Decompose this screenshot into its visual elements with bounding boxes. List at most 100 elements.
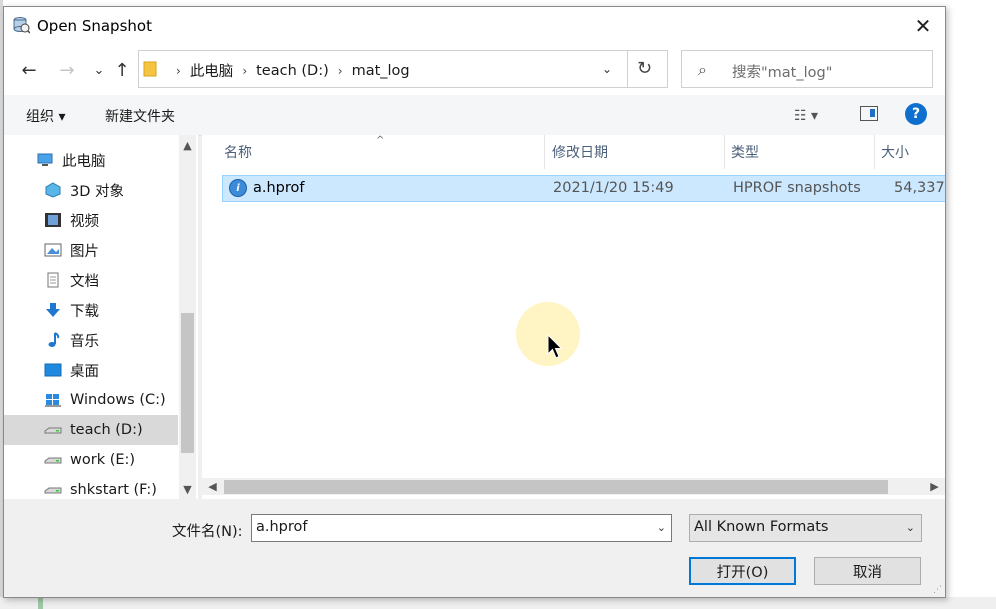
picture-icon (44, 242, 62, 258)
close-icon[interactable]: ✕ (909, 13, 937, 39)
open-snapshot-dialog: Open Snapshot ✕ ← → ⌄ ↑ › 此电脑 › teach (D… (3, 6, 946, 598)
column-header-type[interactable]: 类型 (731, 135, 759, 169)
sidebar-item-label: 桌面 (70, 363, 99, 380)
column-header-modified[interactable]: 修改日期 (552, 135, 608, 169)
search-placeholder: 搜索"mat_log" (732, 65, 833, 81)
sidebar-item-this-pc[interactable]: 此电脑 (36, 145, 198, 175)
filename-field[interactable]: a.hprof ⌄ (251, 514, 672, 542)
sidebar-item-teach-d[interactable]: teach (D:) (4, 415, 178, 445)
new-folder-button[interactable]: 新建文件夹 (105, 106, 175, 126)
file-list-horizontal-scrollbar[interactable]: ◀ ▶ (202, 478, 945, 495)
column-header-size[interactable]: 大小 (881, 135, 909, 169)
desktop-icon (44, 362, 62, 378)
windows-drive-icon (44, 392, 62, 408)
sidebar-item-shkstart-f[interactable]: shkstart (F:) (44, 475, 198, 499)
sidebar-item-label: 文档 (70, 273, 99, 290)
command-toolbar: 组织 ▾ 新建文件夹 ☷ ▾ ? (4, 95, 945, 136)
sidebar-item-label: Windows (C:) (70, 392, 166, 408)
app-icon (13, 17, 30, 34)
sidebar-item-label: 下载 (70, 303, 99, 320)
scroll-right-icon[interactable]: ▶ (926, 478, 943, 495)
drive-icon (44, 422, 62, 438)
file-type-filter-value: All Known Formats (694, 519, 829, 535)
sidebar-scrollbar[interactable]: ▲ ▼ (179, 135, 196, 499)
forward-arrow-icon[interactable]: → (56, 59, 78, 81)
sidebar-item-label: work (E:) (70, 452, 136, 468)
file-size: 54,337 (894, 180, 945, 196)
title-bar: Open Snapshot ✕ (4, 7, 945, 45)
computer-icon (36, 152, 54, 168)
file-name: a.hprof (253, 180, 305, 196)
music-note-icon (44, 332, 62, 348)
sidebar-item-music[interactable]: 音乐 (44, 325, 198, 355)
breadcrumb-item-mat-log[interactable]: mat_log (352, 63, 410, 79)
sidebar-item-label: 视频 (70, 213, 99, 230)
scrollbar-thumb[interactable] (224, 480, 888, 494)
navigation-pane: 此电脑 3D 对象 视频 图片 文档 下载 音乐 桌面 Windows (C:)… (4, 135, 198, 499)
sidebar-item-label: 3D 对象 (70, 183, 124, 200)
sidebar-item-3d-objects[interactable]: 3D 对象 (44, 175, 198, 205)
file-modified: 2021/1/20 15:49 (553, 180, 674, 196)
column-divider[interactable] (724, 135, 725, 169)
sidebar-item-label: 音乐 (70, 333, 99, 350)
help-icon[interactable]: ? (905, 103, 927, 125)
cube-3d-icon (44, 182, 62, 198)
sidebar-item-windows-c[interactable]: Windows (C:) (44, 385, 198, 415)
breadcrumb-separator-icon[interactable]: › (242, 64, 247, 78)
filename-value: a.hprof (256, 519, 308, 535)
file-row[interactable]: i a.hprof 2021/1/20 15:49 HPROF snapshot… (222, 175, 945, 202)
file-type-filter-select[interactable]: All Known Formats ⌄ (689, 514, 922, 542)
drive-icon (44, 452, 62, 468)
cancel-button[interactable]: 取消 (814, 557, 921, 585)
breadcrumb-item-this-pc[interactable]: 此电脑 (190, 60, 234, 81)
resize-grip-icon[interactable]: ⋰ (933, 585, 943, 595)
scrollbar-thumb[interactable] (181, 313, 194, 453)
view-options-icon[interactable]: ☷ ▾ (794, 108, 818, 124)
film-icon (44, 212, 62, 228)
drive-icon (44, 482, 62, 498)
organize-button[interactable]: 组织 ▾ (26, 106, 65, 126)
column-divider[interactable] (874, 135, 875, 169)
sidebar-item-work-e[interactable]: work (E:) (44, 445, 198, 475)
up-arrow-icon[interactable]: ↑ (111, 59, 133, 81)
address-dropdown-icon[interactable]: ⌄ (597, 59, 617, 79)
download-arrow-icon (44, 302, 62, 318)
window-title: Open Snapshot (37, 17, 152, 35)
preview-pane-icon[interactable] (860, 106, 878, 121)
sidebar-item-pictures[interactable]: 图片 (44, 235, 198, 265)
dialog-footer: 文件名(N): a.hprof ⌄ All Known Formats ⌄ 打开… (4, 499, 945, 597)
mouse-pointer-icon (547, 334, 563, 359)
background-window-bottom (0, 597, 996, 609)
back-arrow-icon[interactable]: ← (18, 59, 40, 81)
sidebar-item-videos[interactable]: 视频 (44, 205, 198, 235)
chevron-down-icon[interactable]: ⌄ (657, 521, 666, 534)
breadcrumb-separator-icon[interactable]: › (338, 64, 343, 78)
column-header-name[interactable]: 名称 (224, 135, 252, 169)
refresh-icon[interactable]: ↻ (637, 58, 652, 79)
breadcrumb: › 此电脑 › teach (D:) › mat_log (167, 60, 410, 81)
document-icon (44, 272, 62, 288)
navigation-bar: ← → ⌄ ↑ › 此电脑 › teach (D:) › mat_log ⌄ ↻… (4, 45, 945, 95)
search-input[interactable]: ⌕ 搜索"mat_log" (681, 50, 933, 88)
breadcrumb-separator-icon: › (176, 63, 181, 78)
sidebar-item-desktop[interactable]: 桌面 (44, 355, 198, 385)
sort-ascending-icon: ^ (376, 135, 385, 146)
breadcrumb-item-teach-d[interactable]: teach (D:) (256, 63, 329, 79)
chevron-down-icon[interactable]: ⌄ (906, 521, 915, 534)
scroll-up-icon[interactable]: ▲ (179, 137, 196, 154)
sidebar-item-downloads[interactable]: 下载 (44, 295, 198, 325)
scroll-left-icon[interactable]: ◀ (204, 478, 221, 495)
file-type: HPROF snapshots (733, 180, 861, 196)
column-divider[interactable] (544, 135, 545, 169)
search-icon: ⌕ (698, 60, 707, 79)
filename-label: 文件名(N): (172, 524, 243, 540)
folder-icon (143, 61, 157, 77)
recent-locations-chevron-icon[interactable]: ⌄ (88, 59, 110, 81)
divider (627, 51, 628, 87)
hprof-file-icon: i (229, 179, 247, 197)
sidebar-item-label: 图片 (70, 243, 99, 260)
open-button[interactable]: 打开(O) (689, 557, 796, 585)
address-bar[interactable]: › 此电脑 › teach (D:) › mat_log ⌄ ↻ (138, 50, 668, 88)
sidebar-item-documents[interactable]: 文档 (44, 265, 198, 295)
scroll-down-icon[interactable]: ▼ (179, 481, 196, 498)
